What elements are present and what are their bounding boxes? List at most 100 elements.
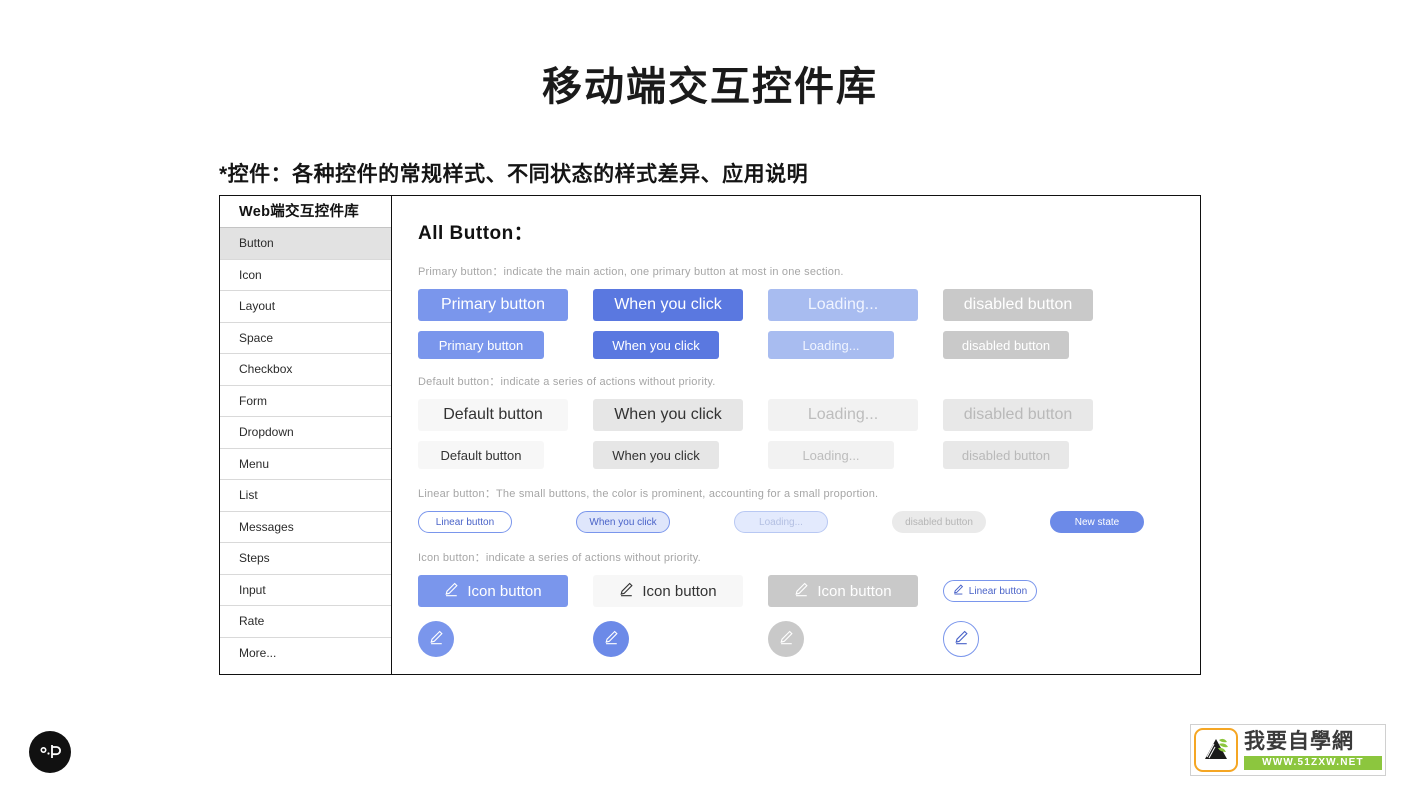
primary-button-disabled: disabled button (943, 289, 1093, 321)
sidebar-item-space[interactable]: Space (220, 322, 391, 354)
icon-button-label: Icon button (467, 582, 542, 600)
sidebar-item-icon[interactable]: Icon (220, 259, 391, 291)
sidebar-item-layout[interactable]: Layout (220, 291, 391, 323)
page-title: 移动端交互控件库 (542, 65, 878, 109)
page-subtitle: *控件：各种控件的常规样式、不同状态的样式差异、应用说明 (219, 163, 809, 186)
circular-brand-icon (29, 731, 71, 773)
linear-helper-text: Linear button：The small buttons, the col… (418, 488, 879, 500)
linear-button-loading[interactable]: Loading... (734, 511, 828, 533)
button-slot (593, 621, 768, 657)
sidebar-item-label: More... (239, 645, 277, 660)
sidebar-item-button[interactable]: Button (220, 228, 391, 260)
button-slot: When you click (576, 511, 734, 533)
button-slot: Loading... (768, 399, 943, 431)
sidebar-item-label: List (239, 488, 258, 502)
primary-large-row: Primary button When you click Loading...… (418, 289, 1200, 321)
button-slot: Icon button (593, 575, 768, 607)
linear-button-active[interactable]: When you click (576, 511, 670, 533)
button-slot: Linear button (943, 580, 1118, 602)
button-slot: Icon button (768, 575, 943, 607)
pencil-icon (604, 630, 619, 648)
sidebar-item-steps[interactable]: Steps (220, 543, 391, 575)
pencil-icon (954, 630, 969, 648)
default-large-row: Default button When you click Loading...… (418, 399, 1200, 431)
linear-button-disabled: disabled button (892, 511, 986, 533)
default-button-normal[interactable]: Default button (418, 399, 568, 431)
primary-small-row: Primary button When you click Loading...… (418, 331, 1200, 359)
button-slot: disabled button (943, 331, 1118, 359)
sidebar-item-form[interactable]: Form (220, 385, 391, 417)
sidebar-item-label: Input (239, 582, 266, 597)
default-button-small-disabled: disabled button (943, 441, 1069, 469)
button-slot: Loading... (768, 441, 943, 469)
primary-button-small-active[interactable]: When you click (593, 331, 719, 359)
default-button-disabled: disabled button (943, 399, 1093, 431)
circle-icon-button-active[interactable] (593, 621, 629, 657)
default-button-small-loading[interactable]: Loading... (768, 441, 894, 469)
button-slot (943, 621, 1118, 657)
sidebar-item-checkbox[interactable]: Checkbox (220, 354, 391, 386)
watermark-text: 我要自學網 WWW.51ZXW.NET (1238, 730, 1382, 770)
button-slot: Default button (418, 399, 593, 431)
sidebar-item-messages[interactable]: Messages (220, 511, 391, 543)
primary-button-small-disabled: disabled button (943, 331, 1069, 359)
primary-button-small-loading[interactable]: Loading... (768, 331, 894, 359)
button-slot: Primary button (418, 289, 593, 321)
sidebar-item-label: Messages (239, 519, 294, 534)
sidebar-item-dropdown[interactable]: Dropdown (220, 417, 391, 449)
sidebar: Web端交互控件库 Button Icon Layout Space Check… (220, 196, 392, 674)
sidebar-item-label: Space (239, 330, 274, 345)
sidebar-item-label: Form (239, 393, 267, 408)
watermark-brand: 我要自學網 (1244, 730, 1354, 753)
button-slot: When you click (593, 331, 768, 359)
default-button-small-active[interactable]: When you click (593, 441, 719, 469)
linear-button-new-state[interactable]: New state (1050, 511, 1144, 533)
default-button-loading[interactable]: Loading... (768, 399, 918, 431)
sidebar-item-label: Icon (239, 267, 262, 282)
sidebar-item-input[interactable]: Input (220, 574, 391, 606)
icon-button-linear[interactable]: Linear button (943, 580, 1037, 602)
button-slot: When you click (593, 399, 768, 431)
linear-button-row: Linear button When you click Loading... … (418, 511, 1200, 533)
button-slot: Default button (418, 441, 593, 469)
icon-button-default[interactable]: Icon button (593, 575, 743, 607)
button-slot: disabled button (943, 441, 1118, 469)
button-slot: disabled button (943, 289, 1118, 321)
icon-button-label: Icon button (817, 582, 892, 600)
primary-button-active[interactable]: When you click (593, 289, 743, 321)
primary-button-loading[interactable]: Loading... (768, 289, 918, 321)
button-slot: Loading... (768, 289, 943, 321)
circle-button-row (418, 621, 1200, 657)
primary-button-normal[interactable]: Primary button (418, 289, 568, 321)
icon-button-label: Icon button (642, 582, 717, 600)
default-small-row: Default button When you click Loading...… (418, 441, 1200, 469)
circle-icon-button-normal[interactable] (418, 621, 454, 657)
circle-icon-button-linear[interactable] (943, 621, 979, 657)
linear-button-normal[interactable]: Linear button (418, 511, 512, 533)
sidebar-item-label: Menu (239, 456, 270, 471)
primary-button-small-normal[interactable]: Primary button (418, 331, 544, 359)
sidebar-item-list[interactable]: List (220, 480, 391, 512)
sidebar-item-more[interactable]: More... (220, 637, 391, 669)
icon-button-normal[interactable]: Icon button (418, 575, 568, 607)
button-slot (418, 621, 593, 657)
button-slot: Primary button (418, 331, 593, 359)
button-slot: Icon button (418, 575, 593, 607)
watermark-logo: 我要自學網 WWW.51ZXW.NET (1190, 724, 1386, 776)
default-button-small-normal[interactable]: Default button (418, 441, 544, 469)
section-heading: All Button： (418, 223, 534, 244)
icon-button-label: Linear button (968, 585, 1028, 597)
default-helper-text: Default button：indicate a series of acti… (418, 376, 716, 388)
page-root: 移动端交互控件库 *控件：各种控件的常规样式、不同状态的样式差异、应用说明 We… (0, 0, 1420, 800)
content-area: All Button： Primary button：indicate the … (392, 196, 1200, 674)
pencil-icon (444, 582, 459, 601)
circle-icon-button-disabled (768, 621, 804, 657)
sidebar-item-menu[interactable]: Menu (220, 448, 391, 480)
watermark-url: WWW.51ZXW.NET (1244, 756, 1382, 770)
button-slot: Loading... (768, 331, 943, 359)
sidebar-item-rate[interactable]: Rate (220, 606, 391, 638)
button-slot: When you click (593, 441, 768, 469)
default-button-active[interactable]: When you click (593, 399, 743, 431)
button-slot: New state (1050, 511, 1200, 533)
pencil-icon (953, 584, 964, 598)
